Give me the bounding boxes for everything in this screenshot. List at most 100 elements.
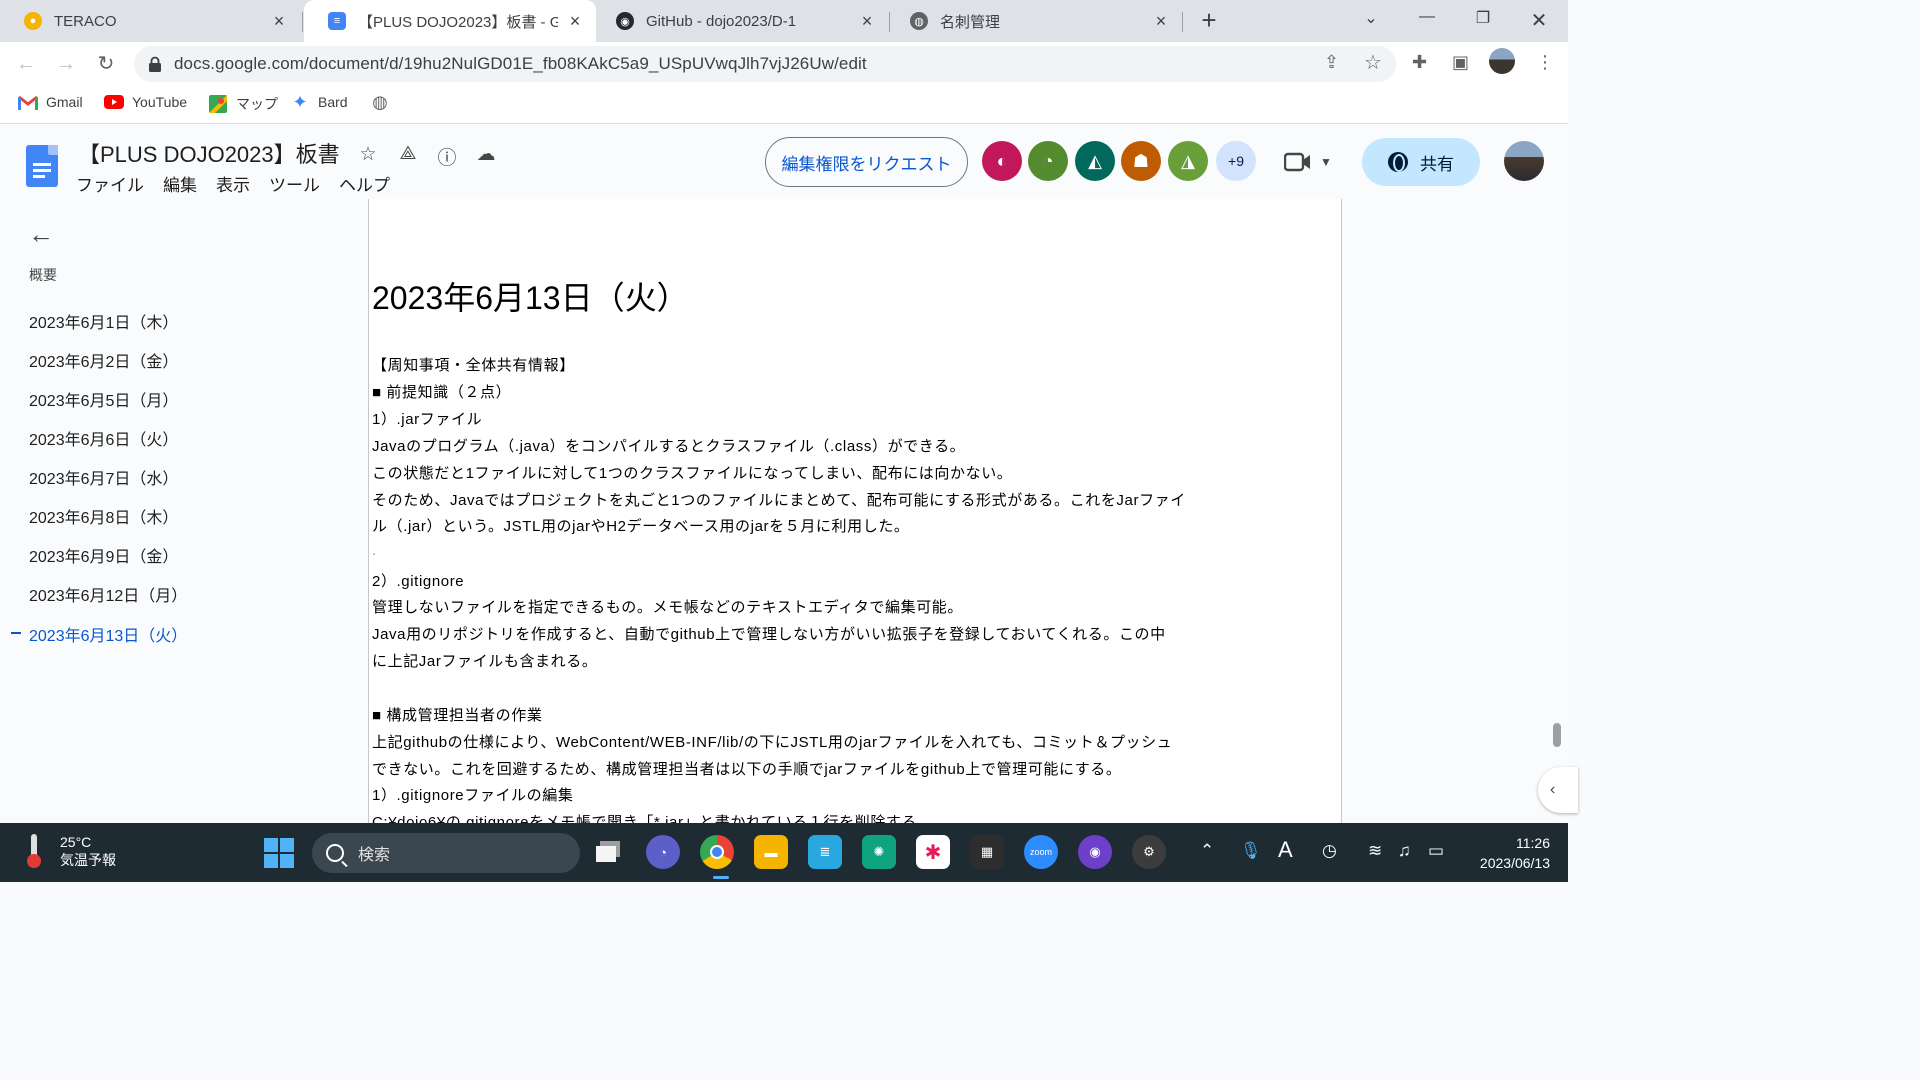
outline-item[interactable]: 2023年6月12日（月）: [29, 582, 187, 606]
tab-title: GitHub - dojo2023/D-1: [646, 12, 797, 30]
close-icon[interactable]: ×: [566, 11, 584, 31]
doc-line: ■ 構成管理担当者の作業: [372, 707, 543, 724]
back-button[interactable]: ←: [12, 50, 40, 78]
weather-widget[interactable]: 25°C 気温予報: [24, 833, 116, 869]
doc-line: 1）.jarファイル: [372, 411, 483, 428]
tab-search-icon[interactable]: ⌄: [1358, 8, 1384, 34]
restore-button[interactable]: ❐: [1470, 8, 1496, 34]
account-avatar[interactable]: [1504, 141, 1544, 181]
menu-edit[interactable]: 編集: [163, 171, 207, 196]
chrome-icon[interactable]: [700, 835, 734, 869]
squirrel-avatar-icon[interactable]: ◮: [1168, 141, 1208, 181]
menu-view[interactable]: 表示: [216, 171, 260, 196]
docs-logo-icon[interactable]: [26, 145, 58, 187]
bookmark-bard[interactable]: ✦ Bard: [290, 91, 347, 112]
close-icon[interactable]: ×: [1152, 11, 1170, 31]
ghost-avatar-icon[interactable]: ☗: [1121, 141, 1161, 181]
share-button[interactable]: 共有: [1362, 138, 1480, 186]
outline-item-active[interactable]: 2023年6月13日（火）: [29, 622, 187, 646]
outline-item[interactable]: 2023年6月7日（水）: [29, 465, 178, 489]
forward-button[interactable]: →: [52, 50, 80, 78]
minimize-button[interactable]: —: [1414, 8, 1440, 34]
meet-icon[interactable]: ◔: [646, 835, 680, 869]
outline-item[interactable]: 2023年6月6日（火）: [29, 426, 178, 450]
cloud-status-icon[interactable]: ☁: [474, 143, 498, 167]
tab-divider: [1182, 12, 1183, 32]
slack-icon[interactable]: ✱: [916, 835, 950, 869]
outline-item[interactable]: 2023年6月2日（金）: [29, 348, 178, 372]
task-view-icon[interactable]: [592, 835, 626, 869]
add-shortcut-drive-icon[interactable]: ⟁: [396, 143, 420, 167]
side-panel-icon[interactable]: ▣: [1452, 52, 1469, 73]
outline-item[interactable]: 2023年6月1日（木）: [29, 309, 178, 333]
battery-icon[interactable]: ▭: [1428, 841, 1444, 861]
windows-start-icon[interactable]: [264, 838, 294, 868]
bookmark-youtube[interactable]: YouTube: [104, 94, 187, 110]
outline-item[interactable]: 2023年6月9日（金）: [29, 543, 178, 567]
star-icon[interactable]: ☆: [356, 143, 380, 167]
doc-line: 2）.gitignore: [372, 573, 465, 590]
file-explorer-icon[interactable]: ▬: [754, 835, 788, 869]
request-edit-access-button[interactable]: 編集権限をリクエスト: [765, 137, 968, 187]
meet-button[interactable]: ▼: [1284, 147, 1336, 177]
extensions-icon[interactable]: ✚: [1412, 52, 1427, 73]
profile-avatar[interactable]: [1489, 48, 1515, 74]
video-camera-icon: [1284, 152, 1310, 172]
outline-heading: 概要: [29, 267, 57, 283]
ime-mode-icon[interactable]: A: [1278, 837, 1293, 863]
docs-header: 【PLUS DOJO2023】板書 ☆ ⟁ ⓘ ☁ ファイル 編集 表示 ツール…: [0, 125, 1568, 199]
chatgpt-icon[interactable]: ✺: [862, 835, 896, 869]
browser-tab-strip: ● TERACO × ≡ 【PLUS DOJO2023】板書 - Google …: [0, 0, 1568, 42]
menu-file[interactable]: ファイル: [76, 171, 154, 196]
notepad-icon[interactable]: ≣: [808, 835, 842, 869]
document-page[interactable]: 2023年6月13日（火） 【周知事項・全体共有情報】 ■ 前提知識（２点） 1…: [368, 199, 1342, 823]
tab-teraco[interactable]: ● TERACO ×: [0, 0, 300, 42]
outline-item[interactable]: 2023年6月5日（月）: [29, 387, 178, 411]
close-window-button[interactable]: ✕: [1526, 8, 1552, 34]
menu-help[interactable]: ヘルプ: [339, 171, 400, 196]
share-page-icon[interactable]: ⇪: [1324, 52, 1339, 73]
microphone-icon[interactable]: 🎙: [1240, 841, 1262, 861]
more-collaborators-badge[interactable]: +9: [1216, 141, 1256, 181]
reload-button[interactable]: ↻: [92, 50, 120, 78]
zoom-icon[interactable]: zoom: [1024, 835, 1058, 869]
close-outline-arrow-icon[interactable]: ←: [28, 219, 54, 250]
bookmark-maps[interactable]: マップ: [208, 94, 278, 114]
tab-github[interactable]: ◉ GitHub - dojo2023/D-1 ×: [592, 0, 888, 42]
document-title[interactable]: 【PLUS DOJO2023】板書: [78, 137, 340, 169]
close-icon[interactable]: ×: [270, 11, 288, 31]
new-tab-button[interactable]: +: [1196, 7, 1222, 34]
menu-tools[interactable]: ツール: [269, 171, 330, 196]
bookmark-star-icon[interactable]: ☆: [1364, 50, 1382, 75]
address-bar[interactable]: docs.google.com/document/d/19hu2NulGD01E…: [134, 46, 1396, 82]
youtube-icon: [104, 94, 124, 110]
capybara-avatar-icon[interactable]: ◔: [1028, 141, 1068, 181]
outline-item[interactable]: 2023年6月8日（木）: [29, 504, 178, 528]
chevron-down-icon: ▼: [1320, 155, 1332, 169]
terminal-icon[interactable]: ▦: [970, 835, 1004, 869]
dolphin-avatar-icon[interactable]: ◐: [982, 141, 1022, 181]
clock-time: 11:26: [1516, 835, 1550, 851]
bird-avatar-icon[interactable]: ◭: [1075, 141, 1115, 181]
doc-line: ル（.jar）という。JSTL用のjarやH2データベース用のjarを５月に利用…: [372, 518, 910, 535]
bookmark-label: YouTube: [132, 94, 188, 110]
bookmark-globe[interactable]: ◍: [370, 92, 398, 112]
settings-icon[interactable]: ⚙: [1132, 835, 1166, 869]
show-hidden-icons-chevron-icon[interactable]: ⌃: [1200, 841, 1214, 861]
tab-google-docs[interactable]: ≡ 【PLUS DOJO2023】板書 - Google ×: [304, 0, 596, 42]
bookmark-gmail[interactable]: Gmail: [18, 94, 83, 110]
github-desktop-icon[interactable]: ◉: [1078, 835, 1112, 869]
scrollbar-thumb[interactable]: [1553, 723, 1561, 747]
focus-clock-icon[interactable]: ◷: [1322, 841, 1337, 861]
wifi-icon[interactable]: ≋: [1368, 841, 1382, 861]
doc-line: に上記Jarファイルも含まれる。: [372, 653, 598, 670]
info-icon[interactable]: ⓘ: [435, 143, 459, 169]
close-icon[interactable]: ×: [858, 11, 876, 31]
bard-icon: ✦: [292, 91, 308, 112]
tab-meishi[interactable]: ◍ 名刺管理 ×: [886, 0, 1182, 42]
taskbar-search[interactable]: 検索: [312, 833, 580, 873]
browser-menu-icon[interactable]: ⋮: [1536, 52, 1554, 73]
volume-icon[interactable]: ♫: [1398, 841, 1411, 861]
system-clock[interactable]: 11:26 2023/06/13: [1460, 833, 1550, 873]
show-side-panel-button[interactable]: ‹: [1538, 767, 1578, 813]
